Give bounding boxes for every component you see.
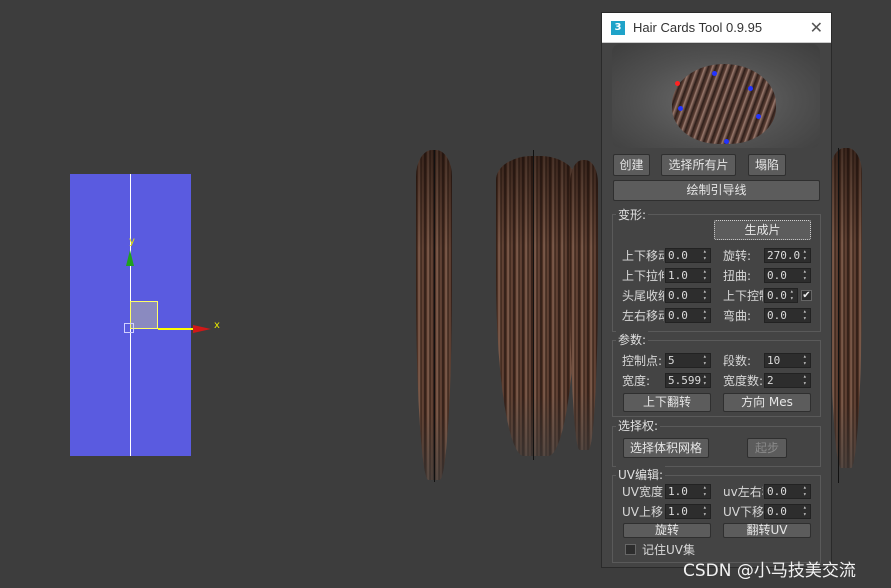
control-points-field[interactable]: 5 xyxy=(665,353,711,368)
segments-field[interactable]: 10 xyxy=(764,353,811,368)
deform-group-label: 变形: xyxy=(616,206,649,223)
hair-card-stem xyxy=(838,148,839,483)
move-vertical-field[interactable]: 0.0 xyxy=(665,248,711,263)
control-point-icon xyxy=(748,86,753,91)
uv-move-down-field[interactable]: 0.0 xyxy=(764,504,811,519)
direction-button[interactable]: 方向 Mes xyxy=(723,393,811,412)
x-axis-label: x xyxy=(214,320,220,331)
bend-field[interactable]: 0.0 xyxy=(764,308,811,323)
3dsmax-app-icon: 3 xyxy=(611,20,625,35)
vertical-control-checkbox[interactable]: ✔ xyxy=(801,290,812,301)
flip-vertical-button[interactable]: 上下翻转 xyxy=(623,393,711,412)
control-point-icon xyxy=(724,139,729,144)
move-horizontal-field[interactable]: 0.0 xyxy=(665,308,711,323)
draw-guides-button[interactable]: 绘制引导线 xyxy=(613,180,820,201)
hair-card-stem xyxy=(434,150,435,482)
field-label: 上下控制 xyxy=(723,289,763,303)
generate-cards-button[interactable]: 生成片 xyxy=(714,220,811,240)
control-point-icon xyxy=(756,114,761,119)
width-segments-field[interactable]: 2 xyxy=(764,373,811,388)
start-button[interactable]: 起步 xyxy=(747,438,787,458)
remember-uv-checkbox[interactable] xyxy=(625,544,636,555)
field-label: 控制点: xyxy=(622,354,663,368)
move-gizmo-plane[interactable] xyxy=(130,301,158,329)
close-icon[interactable]: ✕ xyxy=(810,18,823,37)
flip-uv-button[interactable]: 翻转UV xyxy=(723,523,811,538)
field-label: 扭曲: xyxy=(723,269,752,283)
create-button[interactable]: 创建 xyxy=(613,154,650,176)
field-label: 宽度: xyxy=(622,374,651,388)
field-label: 上下移动 xyxy=(622,249,664,263)
window-title: Hair Cards Tool 0.9.95 xyxy=(633,20,763,35)
field-label: 弯曲: xyxy=(723,309,752,323)
rotation-field[interactable]: 270.0 xyxy=(764,248,811,263)
y-axis-arrow-icon[interactable] xyxy=(126,250,134,266)
uv-width-field[interactable]: 1.0 xyxy=(665,484,711,499)
control-point-icon xyxy=(675,81,680,86)
hair-preview-head xyxy=(672,64,776,144)
stretch-vertical-field[interactable]: 1.0 xyxy=(665,268,711,283)
uv-horizontal-move-field[interactable]: 0.0 xyxy=(764,484,811,499)
field-label: 段数: xyxy=(723,354,752,368)
vertical-control-field[interactable]: 0.0 xyxy=(764,288,798,303)
hair-cards-tool-panel: 3 Hair Cards Tool 0.9.95 ✕ 创建 选择所有片 塌陷 绘… xyxy=(601,12,832,568)
select-volume-mesh-button[interactable]: 选择体积网格 xyxy=(623,438,709,458)
params-group-label: 参数: xyxy=(616,331,649,348)
hair-card-3[interactable] xyxy=(570,160,598,450)
preview-image xyxy=(612,44,820,148)
twist-field[interactable]: 0.0 xyxy=(764,268,811,283)
field-label: 左右移动 xyxy=(622,309,664,323)
taper-field[interactable]: 0.0 xyxy=(665,288,711,303)
pivot-icon xyxy=(124,323,134,333)
field-label: UV宽度: xyxy=(622,485,664,499)
collapse-button[interactable]: 塌陷 xyxy=(748,154,786,176)
uv-rotate-button[interactable]: 旋转 xyxy=(623,523,711,538)
field-label: uv左右移 xyxy=(723,485,763,499)
x-axis-line xyxy=(158,328,194,330)
y-axis-label: y xyxy=(129,236,135,247)
title-bar[interactable]: 3 Hair Cards Tool 0.9.95 ✕ xyxy=(602,13,831,43)
width-field[interactable]: 5.599 xyxy=(665,373,711,388)
control-point-icon xyxy=(678,106,683,111)
field-label: 上下拉伸 xyxy=(622,269,664,283)
field-label: UV下移: xyxy=(723,505,769,519)
select-all-cards-button[interactable]: 选择所有片 xyxy=(661,154,736,176)
hair-card-stem xyxy=(533,150,534,460)
x-axis-arrow-icon[interactable] xyxy=(193,325,211,333)
field-label: 头尾收缩 xyxy=(622,289,664,303)
field-label: UV上移: xyxy=(622,505,664,519)
hair-card-4[interactable] xyxy=(830,148,862,468)
field-label: 旋转: xyxy=(723,249,752,263)
field-label: 宽度数: xyxy=(723,374,764,388)
hair-card-2[interactable] xyxy=(496,156,576,456)
select-group-label: 选择权: xyxy=(616,417,661,434)
watermark: CSDN @小马技美交流 xyxy=(683,561,856,581)
uv-edit-group-label: UV编辑: xyxy=(616,466,666,483)
uv-move-up-field[interactable]: 1.0 xyxy=(665,504,711,519)
control-point-icon xyxy=(712,71,717,76)
